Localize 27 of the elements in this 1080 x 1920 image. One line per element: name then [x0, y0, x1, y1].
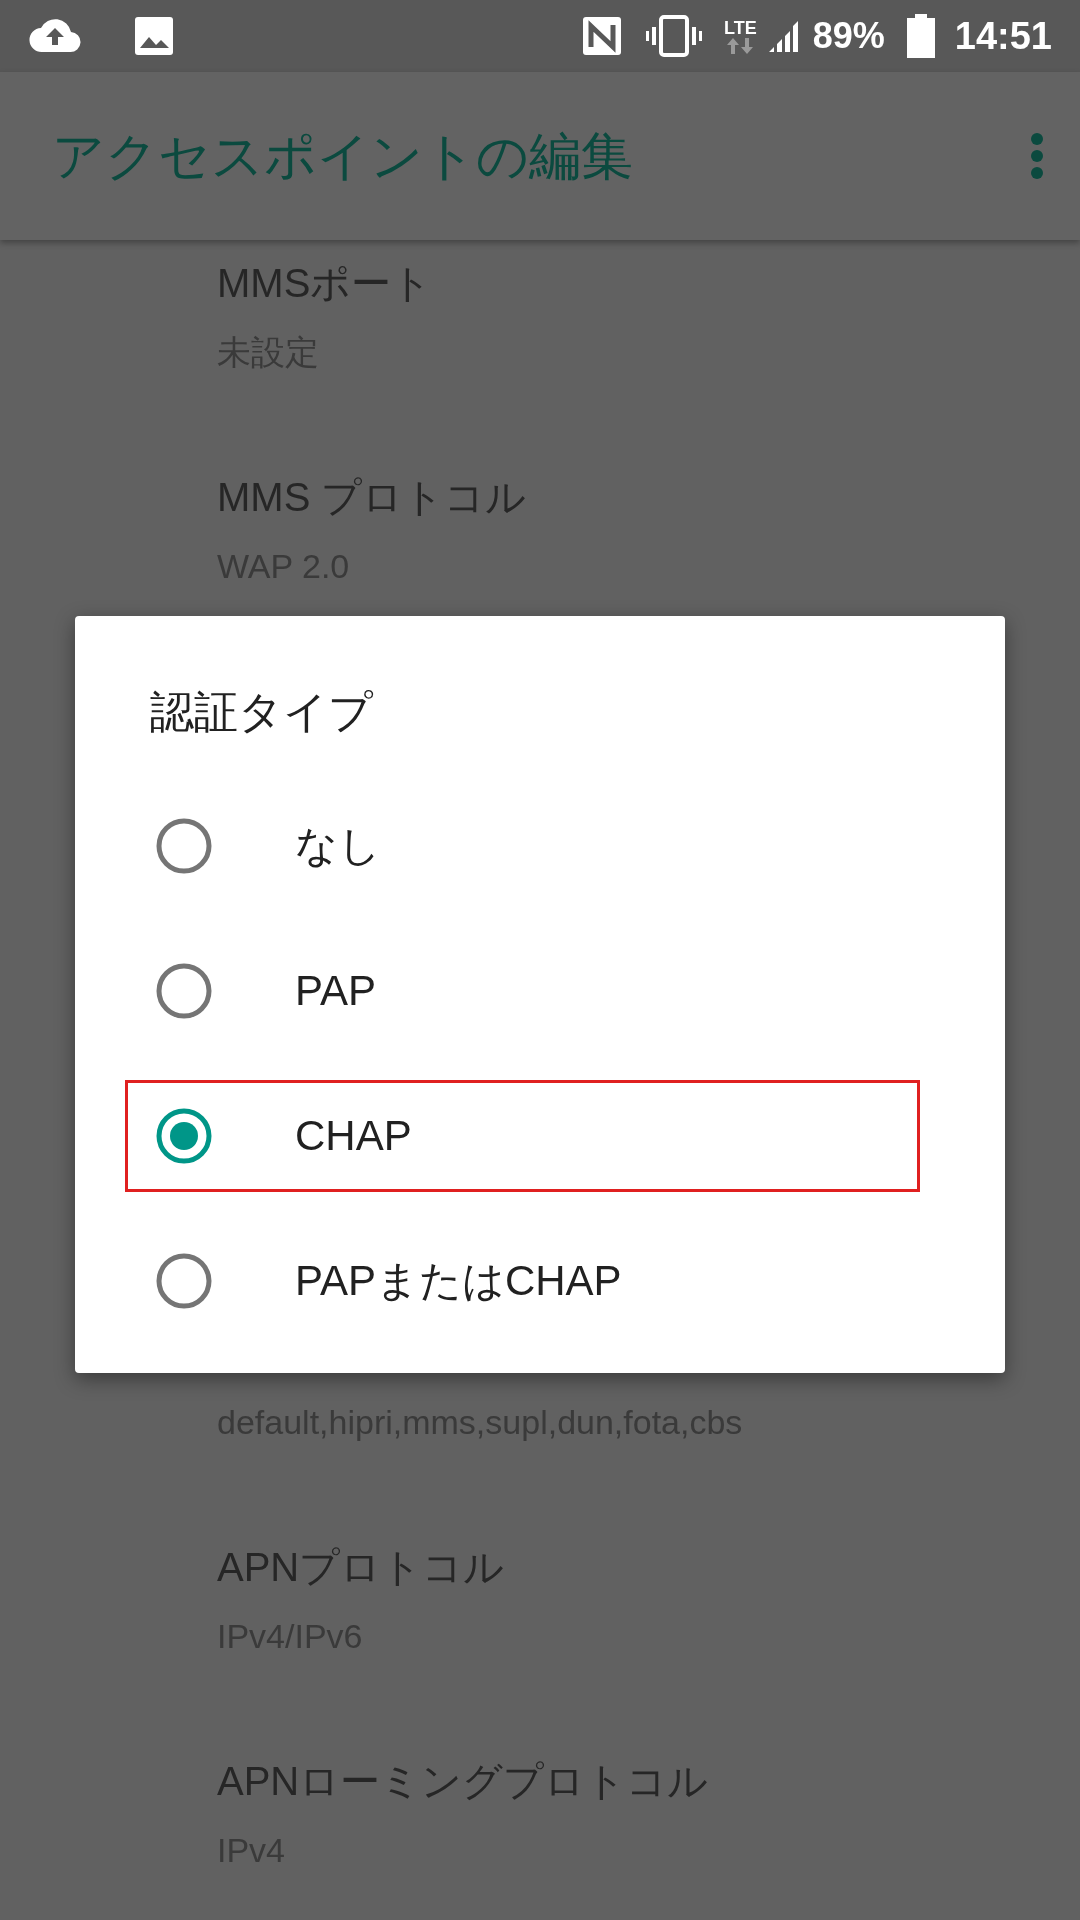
setting-title: APNローミングプロトコル: [217, 1758, 709, 1805]
radio-button[interactable]: [155, 961, 213, 1020]
network-type: LTE: [724, 18, 757, 38]
radio-option[interactable]: PAP: [125, 934, 920, 1047]
setting-title: MMS プロトコル: [217, 474, 527, 521]
radio-option[interactable]: なし: [125, 789, 920, 902]
nfc-icon: [582, 16, 623, 56]
radio-button[interactable]: [155, 1251, 213, 1310]
battery-icon: [906, 14, 935, 58]
radio-button[interactable]: [155, 1106, 213, 1165]
battery-percentage: 89%: [812, 14, 885, 58]
option-label: PAPまたはCHAP: [295, 1256, 622, 1306]
dialog-title: 認証タイプ: [150, 686, 373, 738]
option-label: CHAP: [295, 1111, 412, 1161]
radio-button[interactable]: [155, 816, 213, 875]
option-label: PAP: [295, 966, 376, 1016]
setting-title: APNプロトコル: [217, 1544, 505, 1591]
screen-title: アクセスポイントの編集: [52, 126, 633, 187]
radio-option[interactable]: CHAP: [125, 1079, 920, 1192]
option-label: なし: [295, 821, 381, 871]
image-icon: [134, 16, 174, 56]
radio-option[interactable]: PAPまたはCHAP: [125, 1224, 920, 1337]
vibrate-icon: [646, 15, 703, 57]
setting-title: MMSポート: [217, 260, 433, 307]
data-arrows-icon: [725, 38, 756, 54]
cloud-upload-icon: [28, 18, 82, 54]
clock: 14:51: [954, 13, 1052, 59]
